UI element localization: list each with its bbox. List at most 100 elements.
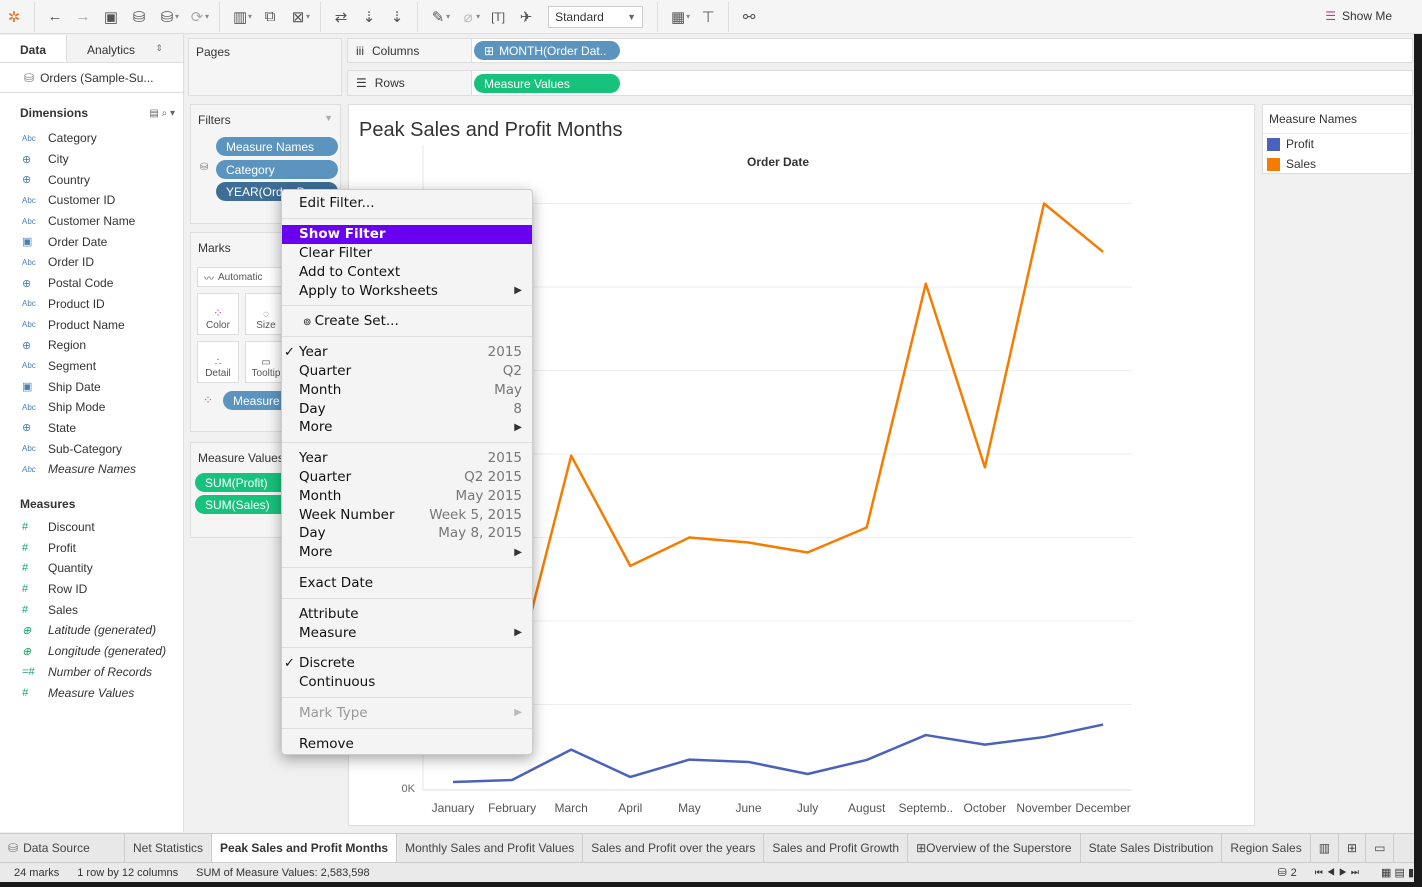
duplicate-sheet-icon[interactable]: ⧉	[256, 5, 284, 29]
sort-ascending-icon[interactable]: ⇣	[355, 5, 383, 29]
menu-item-discrete[interactable]: ✓ Discrete	[282, 654, 532, 673]
data-point-sales[interactable]	[1100, 249, 1106, 255]
undo-icon[interactable]: ←	[41, 5, 69, 29]
tableau-logo-icon[interactable]: ✲	[0, 5, 28, 29]
data-point-profit[interactable]	[568, 747, 574, 753]
columns-shelf[interactable]: iii Columns ⊞ MONTH(Order Dat..	[347, 38, 1413, 63]
field-item[interactable]: ⊕ City	[0, 149, 183, 170]
data-point-profit[interactable]	[509, 777, 515, 783]
data-point-sales[interactable]	[1041, 201, 1047, 207]
chevron-down-icon[interactable]: ▾	[175, 12, 179, 21]
new-datasource-icon[interactable]: ⛁	[125, 5, 153, 29]
view-size-select[interactable]: Standard ▼	[548, 5, 644, 28]
field-item[interactable]: Abc Measure Names	[0, 459, 183, 480]
data-point-profit[interactable]	[686, 757, 692, 763]
field-item[interactable]: Abc Category	[0, 128, 183, 149]
field-item[interactable]: Abc Product ID	[0, 294, 183, 315]
field-item[interactable]: =# Number of Records	[0, 662, 183, 683]
menu-item-month[interactable]: Month May	[282, 380, 532, 399]
menu-item-apply-to-worksheets[interactable]: Apply to Worksheets ▶	[282, 281, 532, 300]
data-point-profit[interactable]	[923, 732, 929, 738]
data-point-sales[interactable]	[864, 524, 870, 530]
field-item[interactable]: ⊕ State	[0, 418, 183, 439]
detail-button[interactable]: ∴ Detail	[197, 341, 239, 383]
presentation-icon[interactable]: ⊤	[694, 5, 722, 29]
new-worksheet-tab-icon[interactable]: ▥	[1311, 833, 1340, 863]
field-item[interactable]: Abc Customer ID	[0, 190, 183, 211]
text-label-icon[interactable]: [T]	[484, 5, 512, 29]
chevron-down-icon[interactable]: ▾	[205, 12, 209, 21]
field-item[interactable]: ⊕ Region	[0, 335, 183, 356]
data-point-profit[interactable]	[627, 774, 633, 780]
menu-item-exact-date[interactable]: Exact Date	[282, 574, 532, 593]
filter-pill-category[interactable]: Category	[216, 160, 338, 179]
search-icon[interactable]: ▤ ⌕ ▾	[149, 108, 175, 119]
menu-item-show-filter[interactable]: Show Filter	[282, 224, 532, 244]
field-item[interactable]: ⊕ Country	[0, 169, 183, 190]
field-item[interactable]: ▣ Order Date	[0, 231, 183, 252]
field-item[interactable]: Abc Order ID	[0, 252, 183, 273]
field-item[interactable]: Abc Segment	[0, 356, 183, 377]
field-item[interactable]: ⊕ Latitude (generated)	[0, 620, 183, 641]
chevron-down-icon[interactable]: ▾	[446, 12, 450, 21]
field-item[interactable]: Abc Product Name	[0, 314, 183, 335]
datasource-item[interactable]: ⛁ Orders (Sample-Su...	[0, 63, 183, 93]
grid-view-icon[interactable]: ▦ ▤ ▮	[1381, 866, 1414, 879]
field-item[interactable]: # Quantity	[0, 558, 183, 579]
sort-descending-icon[interactable]: ⇣	[383, 5, 411, 29]
data-point-sales[interactable]	[568, 453, 574, 459]
field-item[interactable]: ⊕ Longitude (generated)	[0, 641, 183, 662]
tab-data[interactable]: Data	[0, 35, 68, 62]
sheet-tab[interactable]: Net Statistics	[125, 833, 213, 863]
data-point-profit[interactable]	[1041, 734, 1047, 740]
sheet-tab[interactable]: Peak Sales and Profit Months	[212, 833, 398, 863]
menu-item-quarter[interactable]: Quarter Q2 2015	[282, 468, 532, 487]
menu-item-edit-filter[interactable]: Edit Filter...	[282, 194, 532, 213]
chevron-down-icon[interactable]: ▾	[306, 12, 310, 21]
rows-shelf[interactable]: ☰ Rows Measure Values	[347, 70, 1413, 96]
tab-analytics[interactable]: Analytics ⇕	[67, 35, 183, 62]
menu-item-more[interactable]: More ▶	[282, 543, 532, 562]
data-point-sales[interactable]	[805, 550, 811, 556]
data-point-profit[interactable]	[982, 742, 988, 748]
field-item[interactable]: Abc Sub-Category	[0, 438, 183, 459]
pagination-icons[interactable]: ⏮◀▶⏭	[1315, 867, 1363, 878]
field-item[interactable]: Abc Customer Name	[0, 211, 183, 232]
filter-pill-measure-names[interactable]: Measure Names	[216, 137, 338, 156]
field-item[interactable]: # Discount	[0, 517, 183, 538]
save-icon[interactable]: ▣	[97, 5, 125, 29]
field-item[interactable]: Abc Ship Mode	[0, 397, 183, 418]
field-item[interactable]: # Sales	[0, 599, 183, 620]
data-point-sales[interactable]	[686, 535, 692, 541]
data-point-sales[interactable]	[923, 281, 929, 287]
menu-item-day[interactable]: Day 8	[282, 399, 532, 418]
menu-item-add-to-context[interactable]: Add to Context	[282, 262, 532, 281]
rows-pill-measure-values[interactable]: Measure Values	[474, 74, 620, 93]
menu-item-quarter[interactable]: Quarter Q2	[282, 362, 532, 381]
color-button[interactable]: ⁘ Color	[197, 293, 239, 335]
data-point-profit[interactable]	[805, 771, 811, 777]
field-item[interactable]: ▣ Ship Date	[0, 376, 183, 397]
data-point-sales[interactable]	[982, 464, 988, 470]
sheet-tab[interactable]: Region Sales	[1222, 833, 1311, 863]
data-point-profit[interactable]	[450, 779, 456, 785]
sheet-tab[interactable]: Monthly Sales and Profit Values	[397, 833, 584, 863]
menu-item-week-number[interactable]: Week Number Week 5, 2015	[282, 505, 532, 524]
legend-item-profit[interactable]: Profit	[1263, 134, 1411, 154]
show-me-button[interactable]: ☰ Show Me	[1325, 9, 1392, 23]
field-item[interactable]: # Row ID	[0, 579, 183, 600]
menu-item-year[interactable]: ✓ Year 2015	[282, 343, 532, 362]
series-line-profit[interactable]	[452, 723, 1104, 784]
sheet-tab[interactable]: Sales and Profit over the years	[583, 833, 765, 863]
menu-item-create-set[interactable]: ⊚ Create Set...	[282, 312, 532, 331]
menu-item-month[interactable]: Month May 2015	[282, 486, 532, 505]
new-dashboard-tab-icon[interactable]: ⊞	[1339, 833, 1367, 863]
new-story-tab-icon[interactable]: ▭	[1366, 833, 1395, 863]
menu-item-year[interactable]: Year 2015	[282, 449, 532, 468]
data-point-profit[interactable]	[864, 757, 870, 763]
pin-icon[interactable]: ✈	[512, 5, 540, 29]
tab-data-source[interactable]: ⛁ Data Source	[0, 833, 125, 863]
share-icon[interactable]: ⚯	[735, 5, 763, 29]
data-point-profit[interactable]	[1100, 722, 1106, 728]
chevron-down-icon[interactable]: ▾	[476, 12, 480, 21]
